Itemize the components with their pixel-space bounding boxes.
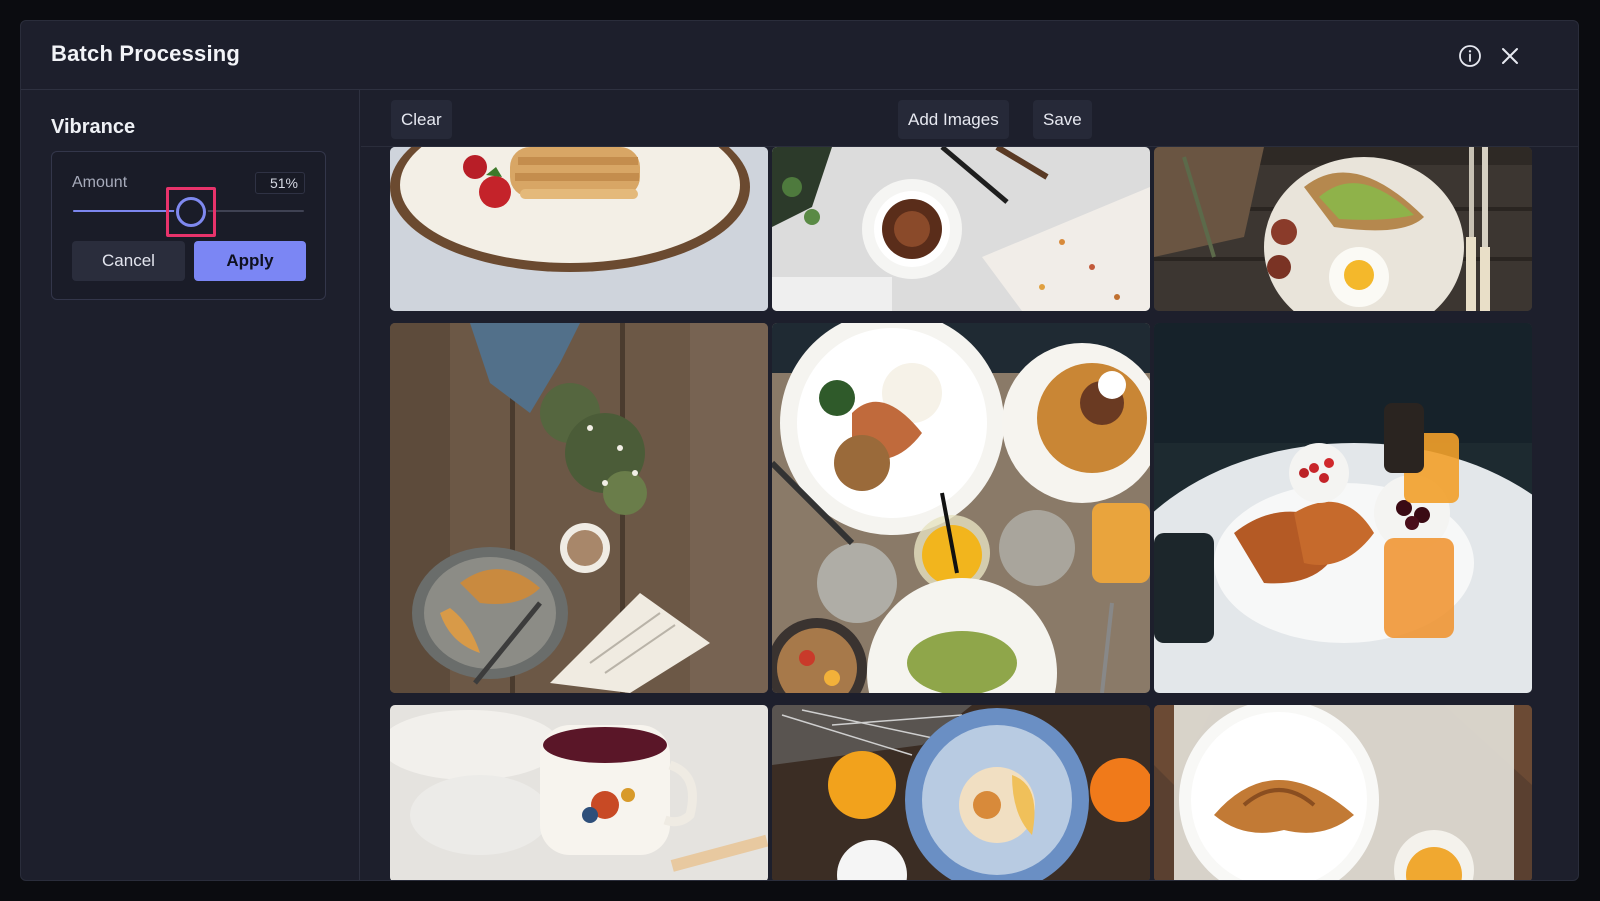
section-title: Vibrance (51, 116, 136, 138)
clear-button[interactable]: Clear (391, 100, 452, 139)
gallery-image-brunch-table[interactable] (772, 323, 1150, 693)
gallery-image-croissants-juice[interactable] (1154, 323, 1532, 693)
gallery-image-pastry-juice[interactable] (772, 705, 1150, 880)
adjustments-sidebar: Vibrance Amount 51% Cancel Apply (21, 90, 360, 880)
cancel-button[interactable]: Cancel (72, 241, 185, 281)
gallery-image-pancakes[interactable] (390, 147, 768, 311)
amount-slider-handle[interactable] (175, 197, 206, 227)
gallery-image-avocado-toast[interactable] (1154, 147, 1532, 311)
amount-value-field[interactable]: 51% (255, 172, 305, 194)
dialog-title: Batch Processing (51, 41, 241, 66)
save-button[interactable]: Save (1033, 100, 1092, 139)
amount-label: Amount (72, 174, 128, 191)
dialog-header: Batch Processing (21, 21, 1578, 90)
add-images-button[interactable]: Add Images (898, 100, 1009, 139)
batch-processing-dialog: Batch Processing Vibrance Amount 51% Can… (20, 20, 1579, 881)
main-panel: Clear Add Images Save (361, 90, 1578, 880)
close-icon[interactable] (1497, 43, 1523, 69)
gallery-image-croissant-wood[interactable] (390, 323, 768, 693)
image-gallery (361, 147, 1578, 880)
gallery-image-croissant-tray[interactable] (1154, 705, 1532, 880)
info-icon[interactable] (1457, 43, 1483, 69)
amount-slider-fill (73, 210, 191, 212)
gallery-image-coffee[interactable] (772, 147, 1150, 311)
toolbar: Clear Add Images Save (361, 90, 1578, 147)
vibrance-card: Amount 51% Cancel Apply (51, 151, 326, 300)
gallery-image-tea-cup[interactable] (390, 705, 768, 880)
apply-button[interactable]: Apply (194, 241, 306, 281)
